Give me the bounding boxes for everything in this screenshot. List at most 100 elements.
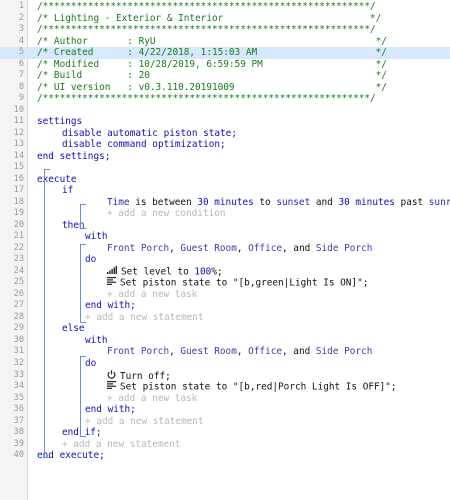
device-name: Office [248, 346, 283, 358]
device-name: Front Porch [107, 346, 170, 358]
code-line[interactable]: 28 + add a new statement [0, 312, 450, 324]
code-line[interactable]: 3 /**************************************… [0, 24, 450, 36]
comment-text: /* Build : 20 */ [37, 70, 387, 82]
code-line[interactable]: 25 Set piston state to "[b,green|Light Is… [0, 277, 450, 289]
add-new-link[interactable]: + add a new condition [107, 208, 226, 219]
code-text: + add a new task [107, 393, 197, 405]
code-text: do [85, 254, 96, 266]
line-number: 23 [13, 254, 24, 265]
code-line[interactable]: 20 then [0, 220, 450, 232]
add-new-link[interactable]: + add a new statement [62, 439, 181, 450]
code-token: 100 [194, 266, 212, 278]
add-new-link[interactable]: + add a new task [107, 393, 197, 404]
keyword-token: end settings; [37, 150, 111, 162]
code-line[interactable]: 10 [0, 105, 450, 117]
code-line[interactable]: 40 end execute; [0, 450, 450, 462]
code-line[interactable]: 21 with [0, 231, 450, 243]
comment-text: /***************************************… [37, 24, 376, 36]
line-number: 37 [13, 415, 24, 426]
line-number: 15 [13, 162, 24, 173]
code-text: + add a new task [107, 289, 197, 301]
add-new-link[interactable]: + add a new statement [85, 312, 204, 323]
line-number: 34 [13, 381, 24, 392]
code-lines: 1 /**************************************… [0, 1, 450, 462]
code-line[interactable]: 39 + add a new statement [0, 439, 450, 451]
code-line[interactable]: 26 + add a new task [0, 289, 450, 301]
code-text: /* Lighting - Exterior & Interior */ [37, 13, 381, 25]
code-text: Set piston state to "[b,green|Light Is O… [107, 277, 368, 289]
keyword-token: execute [37, 173, 77, 185]
list-lines-icon [107, 277, 116, 289]
code-line[interactable]: 22 Front Porch, Guest Room, Office, and S… [0, 243, 450, 255]
code-line[interactable]: 32 do [0, 358, 450, 370]
code-line[interactable]: 38 end if; [0, 427, 450, 439]
code-token: , [169, 346, 181, 358]
code-line[interactable]: 15 [0, 162, 450, 174]
line-number: 16 [13, 173, 24, 184]
add-new-link[interactable]: + add a new task [107, 289, 197, 300]
code-line[interactable]: 27 end with; [0, 300, 450, 312]
code-line[interactable]: 12 disable automatic piston state; [0, 128, 450, 140]
code-token: past [394, 196, 429, 208]
line-number: 10 [13, 104, 24, 115]
code-text: /***************************************… [37, 24, 376, 36]
code-line[interactable]: 11 settings [0, 116, 450, 128]
code-line[interactable]: 4 /* Author : RyU */ [0, 36, 450, 48]
code-line[interactable]: 33 Turn off; [0, 370, 450, 382]
line-number: 24 [13, 265, 24, 276]
code-line[interactable]: 19 + add a new condition [0, 208, 450, 220]
add-new-link[interactable]: + add a new statement [85, 416, 204, 427]
line-number: 20 [13, 219, 24, 230]
code-line[interactable]: 36 end with; [0, 404, 450, 416]
code-line[interactable]: 1 /**************************************… [0, 1, 450, 13]
code-token: [b,red|Porch Light Is OFF] [238, 381, 386, 393]
line-number: 28 [13, 311, 24, 322]
line-number: 14 [13, 150, 24, 161]
code-line[interactable]: 13 disable command optimization; [0, 139, 450, 151]
code-token: %; [211, 266, 223, 278]
line-number: 5 [18, 47, 24, 58]
code-line[interactable]: 24 Set level to 100%; [0, 265, 450, 278]
line-number: 33 [13, 369, 24, 380]
with-bracket-else [80, 356, 81, 436]
code-token: "; [385, 381, 397, 393]
code-line[interactable]: 8 /* UI version : v0.3.110.20191009 */ [0, 82, 450, 94]
code-line[interactable]: 37 + add a new statement [0, 416, 450, 428]
code-text: disable command optimization; [62, 139, 226, 151]
code-line[interactable]: 18 Time is between 30 minutes to sunset a… [0, 197, 450, 209]
code-line[interactable]: 5 /* Created : 4/22/2018, 1:15:03 AM */ [0, 47, 450, 59]
code-text: /***************************************… [37, 1, 376, 13]
keyword-token: end with; [85, 404, 136, 416]
condition-bracket-top [80, 204, 86, 205]
code-line[interactable]: 29 else [0, 323, 450, 335]
code-token: to [253, 196, 277, 208]
code-line[interactable]: 35 + add a new task [0, 393, 450, 405]
code-line[interactable]: 7 /* Build : 20 */ [0, 70, 450, 82]
code-line[interactable]: 16 execute [0, 174, 450, 186]
code-token: 30 minutes [338, 196, 395, 208]
code-line[interactable]: 14 end settings; [0, 151, 450, 163]
if-bracket [44, 169, 45, 457]
code-token: "; [357, 277, 369, 289]
code-line[interactable]: 17 if [0, 185, 450, 197]
keyword-token: disable automatic piston state; [62, 127, 237, 139]
code-text: + add a new statement [62, 439, 181, 451]
piston-code-editor: 1 /**************************************… [0, 0, 450, 500]
code-text: end with; [85, 300, 136, 312]
comment-text: /* Created : 4/22/2018, 1:15:03 AM */ [37, 47, 387, 59]
code-line[interactable]: 34 Set piston state to "[b,red|Porch Ligh… [0, 381, 450, 393]
code-line[interactable]: 31 Front Porch, Guest Room, Office, and S… [0, 346, 450, 358]
line-number: 6 [18, 58, 24, 69]
code-line[interactable]: 6 /* Modified : 10/28/2019, 6:59:59 PM */ [0, 59, 450, 71]
keyword-token: settings [37, 116, 83, 128]
code-token: sunrise [428, 196, 450, 208]
code-line[interactable]: 30 with [0, 335, 450, 347]
code-text: with [85, 335, 108, 347]
comment-text: /***************************************… [37, 1, 376, 12]
keyword-token: else [62, 323, 85, 335]
line-number: 7 [18, 70, 24, 81]
code-line[interactable]: 23 do [0, 254, 450, 266]
code-line[interactable]: 9 /**************************************… [0, 93, 450, 105]
code-line[interactable]: 2 /* Lighting - Exterior & Interior */ [0, 13, 450, 25]
device-name: Guest Room [180, 242, 237, 254]
